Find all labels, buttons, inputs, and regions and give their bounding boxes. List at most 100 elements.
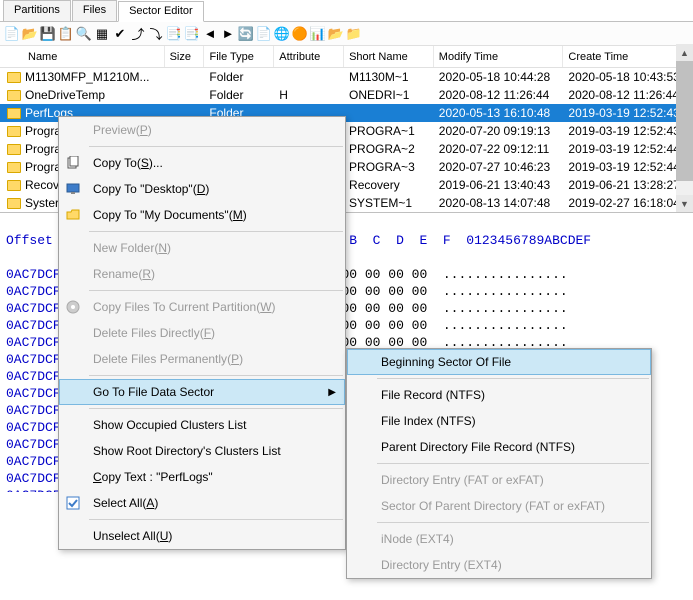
props-icon[interactable]: 📄 — [256, 26, 272, 42]
table-row[interactable]: M1130MFP_M1210M...FolderM1130M~12020-05-… — [0, 68, 693, 86]
menu-label: Copy To "My Documents" — [93, 208, 229, 222]
nav1-icon[interactable]: 📑 — [166, 26, 182, 42]
col-name[interactable]: Name — [0, 46, 165, 67]
file-type: Folder — [204, 69, 274, 85]
menu-item: Copy Files To Current Partition(W) — [59, 294, 345, 320]
grid-icon[interactable]: ▦ — [94, 26, 110, 42]
file-name: M1130MFP_M1210M... — [25, 70, 150, 84]
menu-label: New Folder — [93, 241, 154, 255]
short-name: PROGRA~1 — [344, 123, 434, 139]
menu-label: Delete Files Directly — [93, 326, 200, 340]
context-menu: Preview(P)Copy To(S)...Copy To "Desktop"… — [58, 116, 346, 550]
menu-label: Select All — [93, 496, 142, 510]
search-icon[interactable]: 🔍 — [76, 26, 92, 42]
pie-icon[interactable]: 🟠 — [292, 26, 308, 42]
menu-item[interactable]: Show Occupied Clusters List — [59, 412, 345, 438]
menu-label: Parent Directory File Record (NTFS) — [381, 440, 575, 454]
folder-icon[interactable]: 📁 — [346, 26, 362, 42]
desktop-icon — [65, 181, 81, 197]
nav-fwd-icon[interactable]: ► — [220, 26, 236, 42]
menu-label: Sector Of Parent Directory (FAT or exFAT… — [381, 499, 605, 513]
create-time: 2019-03-19 12:52:44 — [563, 159, 693, 175]
menu-item[interactable]: Go To File Data Sector▶ — [59, 379, 345, 405]
tab-sector-editor[interactable]: Sector Editor — [118, 1, 204, 22]
col-shortname[interactable]: Short Name — [344, 46, 434, 67]
menu-item[interactable]: Copy To "My Documents"(M) — [59, 202, 345, 228]
nav-back-icon[interactable]: ◄ — [202, 26, 218, 42]
toolbar: 📄 📂 💾 📋 🔍 ▦ ✔ ⤴ ⤵ 📑 📑 ◄ ► 🔄 📄 🌐 🟠 📊 📂 📁 — [0, 22, 693, 46]
menu-item[interactable]: Copy To "Desktop"(D) — [59, 176, 345, 202]
new-icon[interactable]: 📄 — [4, 26, 20, 42]
menu-item: Rename (R) — [59, 261, 345, 287]
menu-label: Copy To — [93, 156, 137, 170]
refresh-icon[interactable]: 🔄 — [238, 26, 254, 42]
menu-label: Beginning Sector Of File — [381, 355, 511, 369]
pie2-icon[interactable]: 📊 — [310, 26, 326, 42]
file-name: Progra — [25, 142, 61, 156]
menu-item: Preview(P) — [59, 117, 345, 143]
menu-item[interactable]: Parent Directory File Record (NTFS) — [347, 434, 651, 460]
scroll-thumb[interactable] — [676, 61, 693, 181]
scroll-down-icon[interactable]: ▼ — [676, 195, 693, 212]
folder-open-icon[interactable]: 📂 — [328, 26, 344, 42]
check-icon[interactable]: ✔ — [112, 26, 128, 42]
menu-item[interactable]: Beginning Sector Of File — [347, 349, 651, 375]
menu-label: Show Root Directory's Clusters List — [93, 444, 281, 458]
folder-icon — [7, 90, 21, 101]
menu-item: iNode (EXT4) — [347, 526, 651, 552]
menu-item[interactable]: Unselect All(U) — [59, 523, 345, 549]
col-attribute[interactable]: Attribute — [274, 46, 344, 67]
menu-label: Copy To "Desktop" — [93, 182, 193, 196]
menu-label: Directory Entry (FAT or exFAT) — [381, 473, 544, 487]
menu-item: Delete Files Directly(F) — [59, 320, 345, 346]
menu-item[interactable]: Copy To(S)... — [59, 150, 345, 176]
menu-item[interactable]: File Index (NTFS) — [347, 408, 651, 434]
menu-item: Sector Of Parent Directory (FAT or exFAT… — [347, 493, 651, 519]
create-time: 2019-02-27 16:18:04 — [563, 195, 693, 211]
folder-icon — [7, 144, 21, 155]
menu-item[interactable]: Show Root Directory's Clusters List — [59, 438, 345, 464]
menu-label: Copy Text : "PerfLogs" — [93, 470, 213, 484]
menu-label: File Index (NTFS) — [381, 414, 476, 428]
folder-icon — [7, 126, 21, 137]
goto-down-icon[interactable]: ⤵ — [148, 26, 164, 42]
nav2-icon[interactable]: 📑 — [184, 26, 200, 42]
create-time: 2019-06-21 13:28:27 — [563, 177, 693, 193]
file-scrollbar[interactable]: ▲ ▼ — [676, 44, 693, 212]
modify-time: 2020-05-18 10:44:28 — [434, 69, 564, 85]
col-modifytime[interactable]: Modify Time — [434, 46, 564, 67]
menu-label: Preview — [93, 123, 136, 137]
create-time: 2020-05-18 10:43:53 — [563, 69, 693, 85]
folder-icon — [7, 180, 21, 191]
goto-up-icon[interactable]: ⤴ — [130, 26, 146, 42]
menu-label: Rename — [93, 267, 138, 281]
scroll-up-icon[interactable]: ▲ — [676, 44, 693, 61]
folder-icon — [7, 108, 21, 119]
save-icon[interactable]: 💾 — [40, 26, 56, 42]
col-size[interactable]: Size — [165, 46, 205, 67]
copy-icon[interactable]: 📋 — [58, 26, 74, 42]
menu-item: Delete Files Permanently(P) — [59, 346, 345, 372]
tab-partitions[interactable]: Partitions — [3, 0, 71, 21]
folder-icon — [7, 162, 21, 173]
short-name: PROGRA~2 — [344, 141, 434, 157]
modify-time: 2020-07-20 09:19:13 — [434, 123, 564, 139]
menu-item[interactable]: Copy Text : "PerfLogs" — [59, 464, 345, 490]
menu-item: New Folder(N) — [59, 235, 345, 261]
menu-item[interactable]: File Record (NTFS) — [347, 382, 651, 408]
col-createtime[interactable]: Create Time — [563, 46, 693, 67]
open-icon[interactable]: 📂 — [22, 26, 38, 42]
tab-files[interactable]: Files — [72, 0, 117, 21]
file-attr: H — [274, 87, 344, 103]
copy-icon — [65, 155, 81, 171]
menu-label: Unselect All — [93, 529, 156, 543]
menu-item[interactable]: Select All(A) — [59, 490, 345, 516]
globe-icon[interactable]: 🌐 — [274, 26, 290, 42]
file-table-header: Name Size File Type Attribute Short Name… — [0, 46, 693, 68]
modify-time: 2020-08-12 11:26:44 — [434, 87, 564, 103]
modify-time: 2020-07-22 09:12:11 — [434, 141, 564, 157]
short-name: SYSTEM~1 — [344, 195, 434, 211]
table-row[interactable]: OneDriveTempFolderHONEDRI~12020-08-12 11… — [0, 86, 693, 104]
menu-label: File Record (NTFS) — [381, 388, 485, 402]
col-filetype[interactable]: File Type — [204, 46, 274, 67]
